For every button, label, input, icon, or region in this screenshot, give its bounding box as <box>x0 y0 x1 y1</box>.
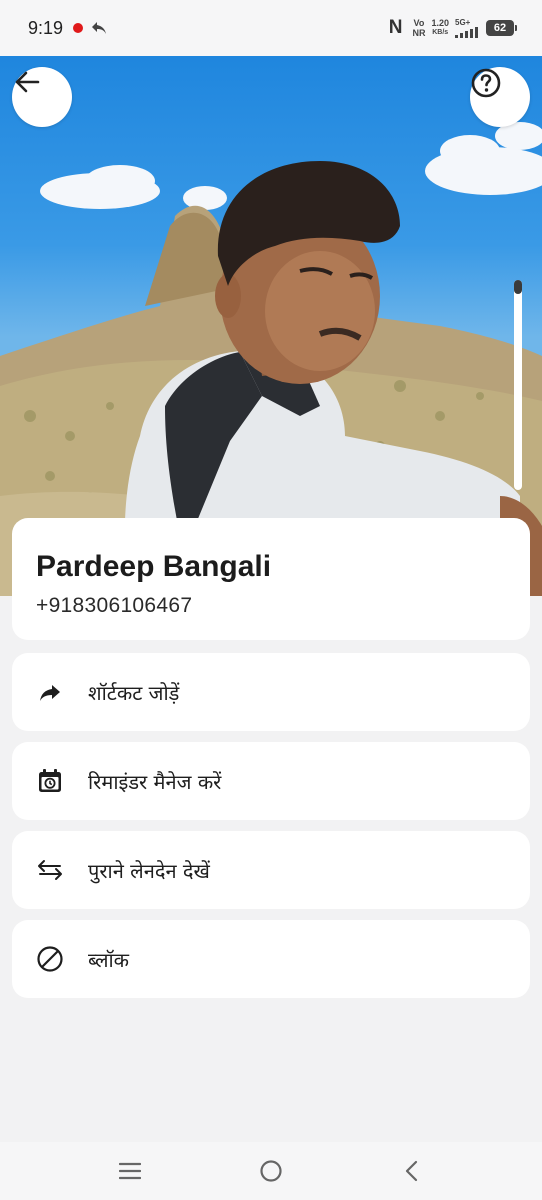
network-speed: 1.20 KB/s <box>431 18 449 36</box>
calendar-clock-icon <box>36 767 64 795</box>
manage-reminders-button[interactable]: रिमाइंडर मैनेज करें <box>12 742 530 820</box>
recent-apps-button[interactable] <box>110 1151 150 1191</box>
menu-label: शॉर्टकट जोड़ें <box>88 680 180 705</box>
scrollbar[interactable] <box>514 280 522 490</box>
battery-icon: 62 <box>486 20 517 36</box>
menu-label: रिमाइंडर मैनेज करें <box>88 769 222 794</box>
volte-indicator: Vo NR <box>412 18 426 38</box>
share-arrow-icon <box>36 678 64 706</box>
system-nav-bar <box>0 1142 542 1200</box>
menu-label: ब्लॉक <box>88 947 130 972</box>
status-time: 9:19 <box>28 17 64 38</box>
view-old-transactions-button[interactable]: पुराने लेनदेन देखें <box>12 831 530 909</box>
profile-card: Pardeep Bangali +918306106467 <box>12 518 530 640</box>
home-button[interactable] <box>251 1151 291 1191</box>
reply-arrow-icon <box>91 21 107 35</box>
nfc-icon: N <box>388 17 403 38</box>
swap-arrows-icon <box>36 856 64 884</box>
status-bar: 9:19 N Vo NR 1.20 KB/s 5G+ 62 <box>0 0 542 56</box>
home-circle-icon <box>260 1160 282 1182</box>
menu-label: पुराने लेनदेन देखें <box>88 858 210 883</box>
block-button[interactable]: ब्लॉक <box>12 920 530 998</box>
scrollbar-thumb[interactable] <box>514 280 522 294</box>
system-back-button[interactable] <box>392 1151 432 1191</box>
block-icon <box>36 945 64 973</box>
help-button[interactable] <box>470 67 530 127</box>
question-circle-icon <box>471 68 501 98</box>
signal-icon: 5G+ <box>455 18 478 38</box>
contact-name: Pardeep Bangali <box>36 550 272 583</box>
profile-cover-photo <box>0 56 542 596</box>
back-chevron-icon <box>405 1160 417 1182</box>
back-button[interactable] <box>12 67 72 127</box>
arrow-left-icon <box>15 71 40 93</box>
menu-icon <box>119 1162 142 1180</box>
recording-dot-icon <box>73 23 84 33</box>
contact-phone: +918306106467 <box>36 594 193 617</box>
add-shortcut-button[interactable]: शॉर्टकट जोड़ें <box>12 653 530 731</box>
